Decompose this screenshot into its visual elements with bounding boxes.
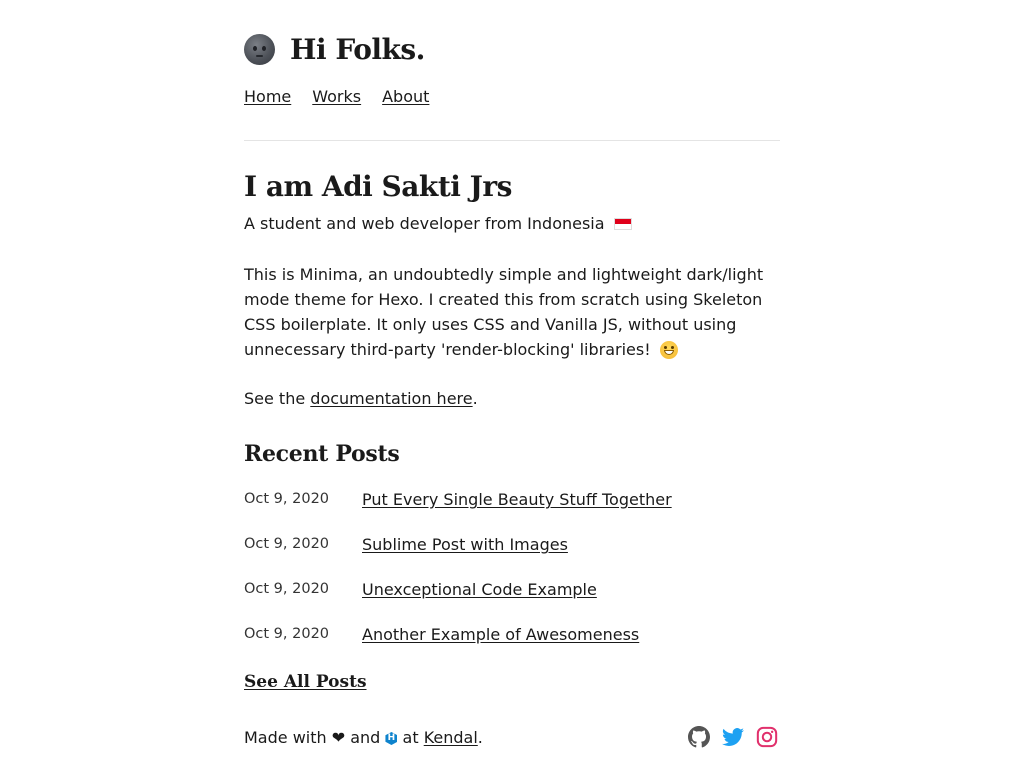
docs-suffix: . bbox=[472, 389, 478, 408]
nav-home-link[interactable]: Home bbox=[244, 87, 291, 106]
post-link[interactable]: Sublime Post with Images bbox=[362, 533, 568, 557]
post-date: Oct 9, 2020 bbox=[244, 536, 330, 552]
hexo-icon: H bbox=[385, 732, 398, 745]
social-links bbox=[688, 726, 780, 748]
post-link[interactable]: Another Example of Awesomeness bbox=[362, 623, 639, 647]
nav-works-link[interactable]: Works bbox=[312, 87, 361, 106]
post-link[interactable]: Unexceptional Code Example bbox=[362, 578, 597, 602]
footer-period: . bbox=[477, 728, 483, 747]
site-header: Hi Folks. bbox=[244, 30, 780, 74]
hero-title: I am Adi Sakti Jrs bbox=[244, 170, 512, 203]
intro-paragraph: This is Minima, an undoubtedly simple an… bbox=[244, 262, 784, 362]
nav-about-link[interactable]: About bbox=[382, 87, 429, 106]
hero-tagline: A student and web developer from Indones… bbox=[244, 213, 632, 235]
post-item: Oct 9, 2020 Another Example of Awesomene… bbox=[244, 623, 780, 668]
moon-face-icon bbox=[244, 34, 275, 65]
indonesia-flag-icon bbox=[613, 218, 632, 230]
docs-prefix: See the bbox=[244, 389, 306, 408]
post-item: Oct 9, 2020 Sublime Post with Images bbox=[244, 533, 780, 578]
recent-posts-list: Oct 9, 2020 Put Every Single Beauty Stuf… bbox=[244, 488, 780, 668]
footer-credit: Made with ❤ and H at Kendal. bbox=[244, 727, 483, 749]
made-with-text: Made with bbox=[244, 728, 327, 747]
intro-text: This is Minima, an undoubtedly simple an… bbox=[244, 265, 764, 359]
post-date: Oct 9, 2020 bbox=[244, 491, 330, 507]
site-title: Hi Folks. bbox=[290, 33, 425, 66]
at-text: at bbox=[402, 728, 419, 747]
post-item: Oct 9, 2020 Unexceptional Code Example bbox=[244, 578, 780, 623]
tagline-text: A student and web developer from Indones… bbox=[244, 214, 605, 233]
post-date: Oct 9, 2020 bbox=[244, 626, 330, 642]
post-date: Oct 9, 2020 bbox=[244, 581, 330, 597]
github-icon[interactable] bbox=[688, 726, 710, 748]
twitter-icon[interactable] bbox=[722, 726, 744, 748]
docs-line: See the documentation here. bbox=[244, 388, 478, 410]
documentation-link[interactable]: documentation here bbox=[310, 389, 472, 408]
heart-icon: ❤ bbox=[331, 728, 346, 747]
instagram-icon[interactable] bbox=[756, 726, 778, 748]
post-link[interactable]: Put Every Single Beauty Stuff Together bbox=[362, 488, 672, 512]
main-nav: Home Works About bbox=[244, 86, 450, 108]
recent-posts-title: Recent Posts bbox=[244, 441, 400, 467]
and-text: and bbox=[350, 728, 381, 747]
header-divider bbox=[244, 140, 780, 141]
see-all-posts-link[interactable]: See All Posts bbox=[244, 670, 367, 694]
author-link[interactable]: Kendal bbox=[424, 728, 478, 747]
post-item: Oct 9, 2020 Put Every Single Beauty Stuf… bbox=[244, 488, 780, 533]
grinning-face-icon bbox=[659, 341, 678, 359]
